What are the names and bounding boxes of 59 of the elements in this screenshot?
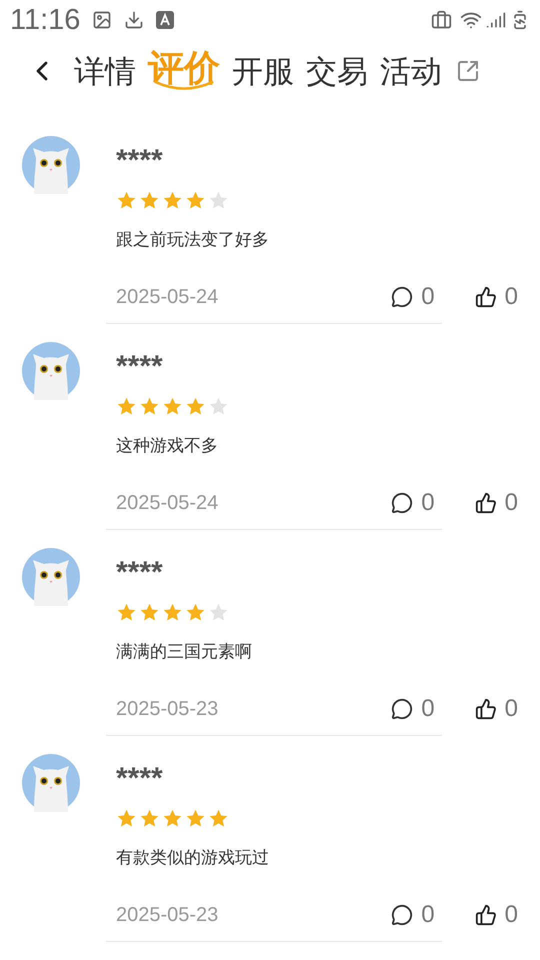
review-date: 2025-05-24 <box>116 284 218 310</box>
like-icon[interactable] <box>474 904 497 926</box>
comment-icon[interactable] <box>391 286 414 308</box>
star-icon <box>185 396 206 417</box>
reply-count: 0 <box>421 694 435 724</box>
like-icon[interactable] <box>474 492 497 514</box>
like-count: 0 <box>504 488 518 518</box>
star-icon <box>185 190 206 211</box>
tab[interactable]: 开服 <box>232 56 294 86</box>
review-date: 2025-05-23 <box>116 902 218 928</box>
review-text: 跟之前玩法变了好多 <box>116 229 270 251</box>
reply-count: 0 <box>421 282 435 312</box>
star-icon <box>208 190 229 211</box>
review-date: 2025-05-24 <box>116 490 218 516</box>
download-icon <box>124 10 144 30</box>
star-icon <box>139 602 160 623</box>
star-icon <box>208 808 229 829</box>
tab[interactable]: 交易 <box>306 56 368 86</box>
user-name: **** <box>116 146 164 176</box>
status-time: 11:16 <box>10 6 80 34</box>
image-icon <box>92 10 112 30</box>
comment-icon[interactable] <box>391 904 414 926</box>
like-count: 0 <box>504 900 518 930</box>
signal-icon <box>486 10 506 30</box>
star-icon <box>116 396 137 417</box>
review-text: 满满的三国元素啊 <box>116 641 253 663</box>
external-link-icon[interactable] <box>456 59 480 83</box>
comment-icon[interactable] <box>391 492 414 514</box>
star-icon <box>139 190 160 211</box>
star-icon <box>116 808 137 829</box>
star-icon <box>139 396 160 417</box>
star-icon <box>208 396 229 417</box>
star-icon <box>162 808 183 829</box>
star-icon <box>162 396 183 417</box>
review-date: 2025-05-23 <box>116 696 218 722</box>
star-icon <box>162 190 183 211</box>
star-icon <box>116 190 137 211</box>
review-text: 这种游戏不多 <box>116 435 219 457</box>
review-text: 有款类似的游戏玩过 <box>116 847 270 869</box>
user-name: **** <box>116 558 164 588</box>
briefcase-icon <box>431 10 452 30</box>
star-icon <box>162 602 183 623</box>
star-icon <box>139 808 160 829</box>
star-icon <box>185 602 206 623</box>
user-name: **** <box>116 764 164 794</box>
tab[interactable]: 活动 <box>380 56 442 86</box>
star-icon <box>116 602 137 623</box>
reply-count: 0 <box>421 900 435 930</box>
like-icon[interactable] <box>474 698 497 720</box>
like-icon[interactable] <box>474 286 497 308</box>
font-app-icon <box>156 11 174 29</box>
user-name: **** <box>116 352 164 382</box>
like-count: 0 <box>504 282 518 312</box>
comment-icon[interactable] <box>391 698 414 720</box>
reply-count: 0 <box>421 488 435 518</box>
tab[interactable]: 详情 <box>74 56 136 86</box>
like-count: 0 <box>504 694 518 724</box>
star-icon <box>185 808 206 829</box>
star-icon <box>208 602 229 623</box>
